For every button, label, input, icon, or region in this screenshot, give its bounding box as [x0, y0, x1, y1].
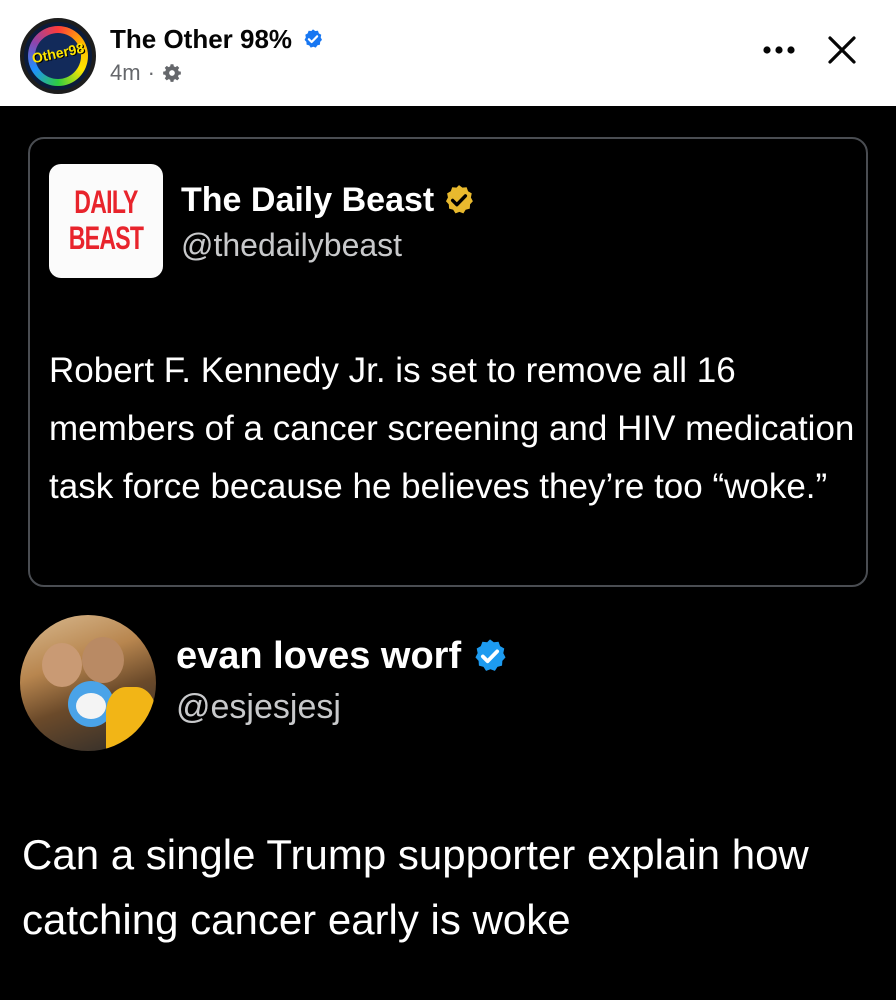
daily-beast-logo[interactable]: DAILY BEAST — [49, 164, 163, 278]
tweet-display-name[interactable]: evan loves worf — [176, 635, 461, 678]
avatar-plush-face — [76, 693, 106, 719]
avatar-shirt — [106, 687, 156, 751]
quoted-display-name[interactable]: The Daily Beast — [181, 181, 434, 220]
quoted-tweet-text: Robert F. Kennedy Jr. is set to remove a… — [49, 351, 855, 506]
tweet-text: Can a single Trump supporter explain how… — [22, 831, 809, 943]
more-options-icon[interactable] — [758, 30, 800, 70]
post-meta: 4m · — [110, 60, 182, 86]
logo-line-2: BEAST — [68, 220, 144, 256]
meta-separator: · — [147, 60, 155, 85]
post-timestamp[interactable]: 4m — [110, 60, 141, 86]
gold-verified-badge-icon — [446, 185, 474, 214]
logo-line-1: DAILY — [74, 184, 138, 220]
quoted-handle[interactable]: @thedailybeast — [181, 227, 402, 264]
page-avatar[interactable]: Other98 — [20, 18, 96, 94]
tweet-handle[interactable]: @esjesjesj — [176, 688, 341, 727]
close-icon[interactable] — [822, 30, 862, 70]
blue-verified-badge-icon — [475, 639, 506, 671]
user-avatar[interactable] — [20, 615, 156, 751]
post-header: Other98 The Other 98% 4m · — [0, 0, 896, 106]
page-name-row: The Other 98% — [110, 22, 324, 56]
gear-icon[interactable] — [162, 63, 182, 83]
quoted-tweet-card[interactable]: DAILY BEAST The Daily Beast @thedailybea… — [28, 137, 868, 587]
avatar-person-right — [82, 637, 124, 683]
page-name[interactable]: The Other 98% — [110, 24, 292, 55]
quoted-name-row: The Daily Beast — [181, 179, 476, 221]
verified-badge-icon — [304, 29, 323, 48]
tweet-name-row: evan loves worf — [176, 632, 509, 680]
avatar-person-left — [42, 643, 82, 687]
